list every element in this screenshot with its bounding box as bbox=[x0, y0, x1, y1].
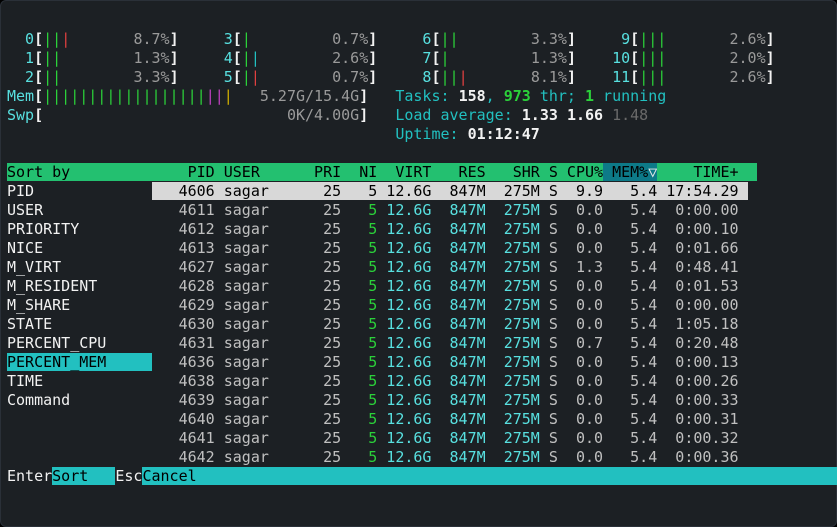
col-ni[interactable]: NI bbox=[341, 163, 377, 181]
sort-panel-title: Sort by bbox=[7, 163, 152, 181]
process-row[interactable]: 4629 sagar 25 5 12.6G 847M 275M S 0.0 5.… bbox=[152, 296, 748, 314]
cpu-8-label: 8 bbox=[404, 68, 431, 86]
sort-option-m_resident[interactable]: M_RESIDENT bbox=[7, 277, 152, 295]
cpu-10-pct: 2.0% bbox=[730, 49, 766, 67]
cpu-8-pct: 8.1% bbox=[531, 68, 567, 86]
col-virt[interactable]: VIRT bbox=[377, 163, 431, 181]
cpu-5-pct: 0.7% bbox=[332, 68, 368, 86]
cpu-1-label: 1 bbox=[7, 49, 34, 67]
cpu-4-pct: 2.6% bbox=[332, 49, 368, 67]
col-res[interactable]: RES bbox=[431, 163, 485, 181]
cpu-10-label: 10 bbox=[603, 49, 630, 67]
process-row[interactable]: 4641 sagar 25 5 12.6G 847M 275M S 0.0 5.… bbox=[152, 429, 748, 447]
process-row[interactable]: 4639 sagar 25 5 12.6G 847M 275M S 0.0 5.… bbox=[152, 391, 748, 409]
process-row[interactable]: 4606 sagar 25 5 12.6G 847M 275M S 9.9 5.… bbox=[152, 182, 748, 200]
process-row[interactable]: 4613 sagar 25 5 12.6G 847M 275M S 0.0 5.… bbox=[152, 239, 748, 257]
tasks-threads: 973 bbox=[504, 87, 531, 105]
cpu-meter-row: 0[||| 8.7%] 3[| 0.7%] 6[|| 3.3%] 9[||| 2… bbox=[7, 30, 775, 48]
col-time[interactable]: TIME+ bbox=[657, 163, 738, 181]
sort-option-command[interactable]: Command bbox=[7, 391, 152, 409]
sort-option-m_share[interactable]: M_SHARE bbox=[7, 296, 152, 314]
cpu-meter-row: 1[|| 1.3%] 4[|| 2.6%] 7[| 1.3%] 10[||| 2… bbox=[7, 49, 775, 67]
cpu-meter-row: 2[|| 3.3%] 5[|| 0.7%] 8[||| 8.1%] 11[|||… bbox=[7, 68, 775, 86]
cpu-3-pct: 0.7% bbox=[332, 30, 368, 48]
cpu-9-pct: 2.6% bbox=[730, 30, 766, 48]
load-15: 1.48 bbox=[612, 106, 648, 124]
process-row[interactable]: 4630 sagar 25 5 12.6G 847M 275M S 0.0 5.… bbox=[152, 315, 748, 333]
tasks-label: Tasks: bbox=[395, 87, 458, 105]
swp-label: Swp bbox=[7, 106, 34, 124]
cpu-3-label: 3 bbox=[206, 30, 233, 48]
cpu-11-label: 11 bbox=[603, 68, 630, 86]
col-user[interactable]: USER bbox=[215, 163, 296, 181]
uptime-value: 01:12:47 bbox=[468, 125, 540, 143]
process-row[interactable]: 4642 sagar 25 5 12.6G 847M 275M S 0.0 5.… bbox=[152, 448, 748, 466]
sort-indicator: ▽ bbox=[648, 163, 657, 181]
cpu-1-pct: 1.3% bbox=[133, 49, 169, 67]
sort-option-time[interactable]: TIME bbox=[7, 372, 152, 390]
tasks-procs: 158 bbox=[459, 87, 486, 105]
key-enter[interactable]: Enter bbox=[7, 467, 52, 485]
sort-option-pid[interactable]: PID bbox=[7, 182, 152, 200]
cpu-2-label: 2 bbox=[7, 68, 34, 86]
load-1: 1.33 bbox=[522, 106, 558, 124]
process-row[interactable]: 4627 sagar 25 5 12.6G 847M 275M S 1.3 5.… bbox=[152, 258, 748, 276]
col-shr[interactable]: SHR bbox=[486, 163, 540, 181]
mem-label: Mem bbox=[7, 87, 34, 105]
process-row[interactable]: 4638 sagar 25 5 12.6G 847M 275M S 0.0 5.… bbox=[152, 372, 748, 390]
sort-option-m_virt[interactable]: M_VIRT bbox=[7, 258, 152, 276]
cpu-5-label: 5 bbox=[206, 68, 233, 86]
process-row[interactable]: 4631 sagar 25 5 12.6G 847M 275M S 0.7 5.… bbox=[152, 334, 748, 352]
sort-option-percent_mem[interactable]: PERCENT_MEM bbox=[7, 353, 152, 371]
action-cancel[interactable]: Cancel bbox=[142, 467, 837, 485]
key-esc[interactable]: Esc bbox=[115, 467, 142, 485]
swp-text: 0K/4.00G bbox=[287, 106, 359, 124]
col-pri[interactable]: PRI bbox=[296, 163, 341, 181]
sort-option-priority[interactable]: PRIORITY bbox=[7, 220, 152, 238]
sort-option-nice[interactable]: NICE bbox=[7, 239, 152, 257]
cpu-0-pct: 8.7% bbox=[133, 30, 169, 48]
cpu-6-pct: 3.3% bbox=[531, 30, 567, 48]
load-5: 1.66 bbox=[567, 106, 603, 124]
sort-option-state[interactable]: STATE bbox=[7, 315, 152, 333]
col-cpupct[interactable]: CPU% bbox=[558, 163, 603, 181]
col-mem[interactable]: MEM%▽ bbox=[603, 163, 657, 181]
tasks-running: 1 bbox=[585, 87, 594, 105]
cpu-7-pct: 1.3% bbox=[531, 49, 567, 67]
cpu-7-label: 7 bbox=[404, 49, 431, 67]
cpu-6-label: 6 bbox=[404, 30, 431, 48]
process-row[interactable]: 4640 sagar 25 5 12.6G 847M 275M S 0.0 5.… bbox=[152, 410, 748, 428]
col-pid[interactable]: PID bbox=[152, 163, 215, 181]
action-sort[interactable]: Sort bbox=[52, 467, 115, 485]
process-row[interactable]: 4612 sagar 25 5 12.6G 847M 275M S 0.0 5.… bbox=[152, 220, 748, 238]
col-s[interactable]: S bbox=[540, 163, 558, 181]
sort-option-user[interactable]: USER bbox=[7, 201, 152, 219]
cpu-11-pct: 2.6% bbox=[730, 68, 766, 86]
process-row[interactable]: 4611 sagar 25 5 12.6G 847M 275M S 0.0 5.… bbox=[152, 201, 748, 219]
cpu-4-label: 4 bbox=[206, 49, 233, 67]
process-row[interactable]: 4636 sagar 25 5 12.6G 847M 275M S 0.0 5.… bbox=[152, 353, 748, 371]
cpu-0-label: 0 bbox=[7, 30, 34, 48]
uptime-label: Uptime: bbox=[395, 125, 467, 143]
load-label: Load average: bbox=[395, 106, 521, 124]
cpu-9-label: 9 bbox=[603, 30, 630, 48]
mem-text: 5.27G/15.4G bbox=[260, 87, 359, 105]
process-row[interactable]: 4628 sagar 25 5 12.6G 847M 275M S 0.0 5.… bbox=[152, 277, 748, 295]
cpu-2-pct: 3.3% bbox=[133, 68, 169, 86]
sort-option-percent_cpu[interactable]: PERCENT_CPU bbox=[7, 334, 152, 352]
